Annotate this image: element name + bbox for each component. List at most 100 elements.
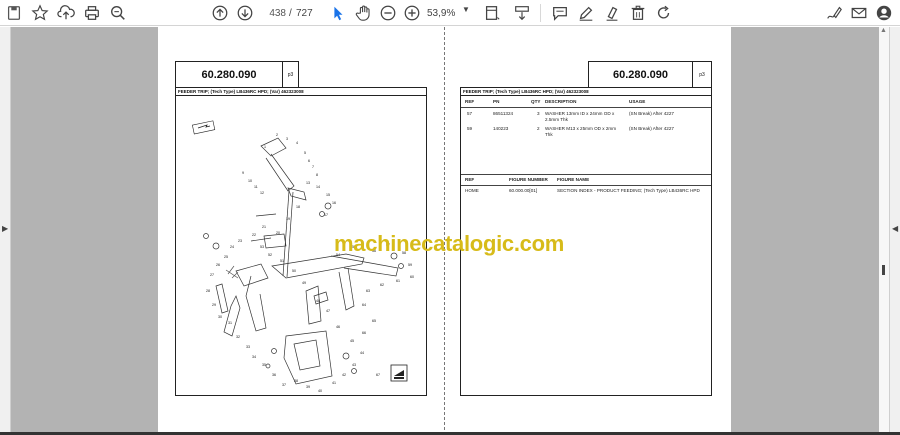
hand-icon[interactable] xyxy=(354,3,374,23)
callout-label: 24 xyxy=(230,245,234,249)
row-1-pn: 86511324 xyxy=(493,111,514,116)
highlight-icon[interactable] xyxy=(602,3,622,23)
callout-label: 10 xyxy=(248,179,252,183)
callout-label: 43 xyxy=(352,363,356,367)
callout-label: 11 xyxy=(254,185,258,189)
callout-label: 5 xyxy=(304,151,306,155)
row-2-usage: (SN Break) After 4227 xyxy=(629,126,674,131)
scroll-mode-icon[interactable] xyxy=(512,3,532,23)
chevron-left-icon[interactable]: ◀ xyxy=(892,224,898,233)
trash-icon[interactable] xyxy=(628,3,648,23)
page-label-right: p3 xyxy=(692,61,712,88)
callout-label: 50 xyxy=(292,269,296,273)
bookmark-icon[interactable] xyxy=(4,3,24,23)
scrollbar-thumb[interactable] xyxy=(882,265,885,275)
fig-col-name: FIGURE NAME xyxy=(557,177,590,182)
page-total: 727 xyxy=(296,7,313,19)
row-1-description-cont: 2.5mm Thk xyxy=(545,117,568,122)
page-number-input[interactable]: 438 xyxy=(258,4,286,22)
star-icon[interactable] xyxy=(30,3,50,23)
comment-icon[interactable] xyxy=(550,3,570,23)
rotate-icon[interactable] xyxy=(654,3,674,23)
callout-label: 3 xyxy=(286,137,288,141)
section-number-right: 60.280.090 xyxy=(588,61,693,88)
callout-label: 51 xyxy=(280,259,284,263)
table-rule xyxy=(461,185,711,186)
page-separator: / xyxy=(289,7,292,19)
callout-label: 62 xyxy=(380,283,384,287)
callout-label: 23 xyxy=(238,239,242,243)
orientation-marker xyxy=(192,120,216,135)
callout-layer: 1234567891011121314151617181920212223242… xyxy=(206,133,414,393)
callout-label: 61 xyxy=(396,279,400,283)
vertical-scrollbar[interactable] xyxy=(879,27,889,435)
col-usage: USAGE xyxy=(629,99,646,104)
callout-label: 48 xyxy=(316,299,320,303)
row-2-description-cont: Thk xyxy=(545,132,553,137)
callout-label: 30 xyxy=(218,315,222,319)
callout-label: 18 xyxy=(296,205,300,209)
callout-label: 33 xyxy=(246,345,250,349)
col-description: DESCRIPTION xyxy=(545,99,577,104)
callout-label: 14 xyxy=(316,185,320,189)
callout-label: 39 xyxy=(306,385,310,389)
right-panel-toggle[interactable]: ◀ xyxy=(889,27,900,435)
left-panel-toggle[interactable]: ▶ xyxy=(0,27,11,435)
zoom-out-icon[interactable] xyxy=(378,3,398,23)
callout-label: 16 xyxy=(332,201,336,205)
sign-icon[interactable] xyxy=(824,3,844,23)
chevron-down-icon[interactable]: ▼ xyxy=(462,5,470,14)
callout-label: 13 xyxy=(306,181,310,185)
arrow-up-circle-icon[interactable] xyxy=(210,3,230,23)
callout-label: 28 xyxy=(206,289,210,293)
arrow-down-circle-icon[interactable] xyxy=(235,3,255,23)
pen-icon[interactable] xyxy=(576,3,596,23)
col-pn: PN xyxy=(493,99,500,104)
scroll-up-icon[interactable]: ▲ xyxy=(880,27,887,34)
fig-row-ref[interactable]: HOME xyxy=(465,188,479,194)
callout-label: 67 xyxy=(376,373,380,377)
fig-row-number[interactable]: 60.000.00[01] xyxy=(509,188,537,194)
row-1-qty: 3 xyxy=(537,111,540,116)
col-qty: QTY xyxy=(531,99,541,104)
mail-icon[interactable] xyxy=(849,3,869,23)
callout-label: 40 xyxy=(318,389,322,393)
callout-label: 8 xyxy=(316,173,318,177)
zoom-in-icon[interactable] xyxy=(402,3,422,23)
upload-icon[interactable] xyxy=(56,3,76,23)
callout-label: 7 xyxy=(312,165,314,169)
callout-label: 64 xyxy=(362,303,366,307)
table-rule xyxy=(461,174,711,175)
callout-label: 36 xyxy=(272,373,276,377)
page-fit-icon[interactable] xyxy=(482,3,502,23)
callout-label: 32 xyxy=(236,335,240,339)
callout-label: 1 xyxy=(264,145,266,149)
row-2-qty: 2 xyxy=(537,126,540,131)
callout-label: 25 xyxy=(224,255,228,259)
callout-label: 53 xyxy=(260,245,264,249)
callout-label: 66 xyxy=(362,331,366,335)
search-icon[interactable] xyxy=(108,3,128,23)
account-icon[interactable] xyxy=(874,3,894,23)
chevron-right-icon[interactable]: ▶ xyxy=(2,224,8,233)
callout-label: 4 xyxy=(296,141,298,145)
fig-row-name[interactable]: SECTION INDEX - PRODUCT FEEDING; (Tech T… xyxy=(557,188,700,194)
callout-label: 6 xyxy=(308,159,310,163)
callout-label: 12 xyxy=(260,191,264,195)
callout-label: 9 xyxy=(242,171,244,175)
callout-label: 2 xyxy=(276,133,278,137)
row-1-ref: 57 xyxy=(467,111,473,116)
cursor-arrow-icon[interactable] xyxy=(328,3,348,23)
section-number-left: 60.280.090 xyxy=(175,61,283,88)
print-icon[interactable] xyxy=(82,3,102,23)
callout-label: 19 xyxy=(286,217,290,221)
table-rule xyxy=(461,107,711,108)
callout-label: 27 xyxy=(210,273,214,277)
row-2-ref: 59 xyxy=(467,126,473,131)
callout-label: 46 xyxy=(336,325,340,329)
callout-label: 47 xyxy=(326,309,330,313)
document-viewer[interactable]: ▶ 60.280.090 p3 FEEDER TRIP; (Tech Type)… xyxy=(0,27,900,435)
callout-label: 31 xyxy=(228,321,232,325)
callout-label: 44 xyxy=(360,351,364,355)
callout-label: 65 xyxy=(372,319,376,323)
